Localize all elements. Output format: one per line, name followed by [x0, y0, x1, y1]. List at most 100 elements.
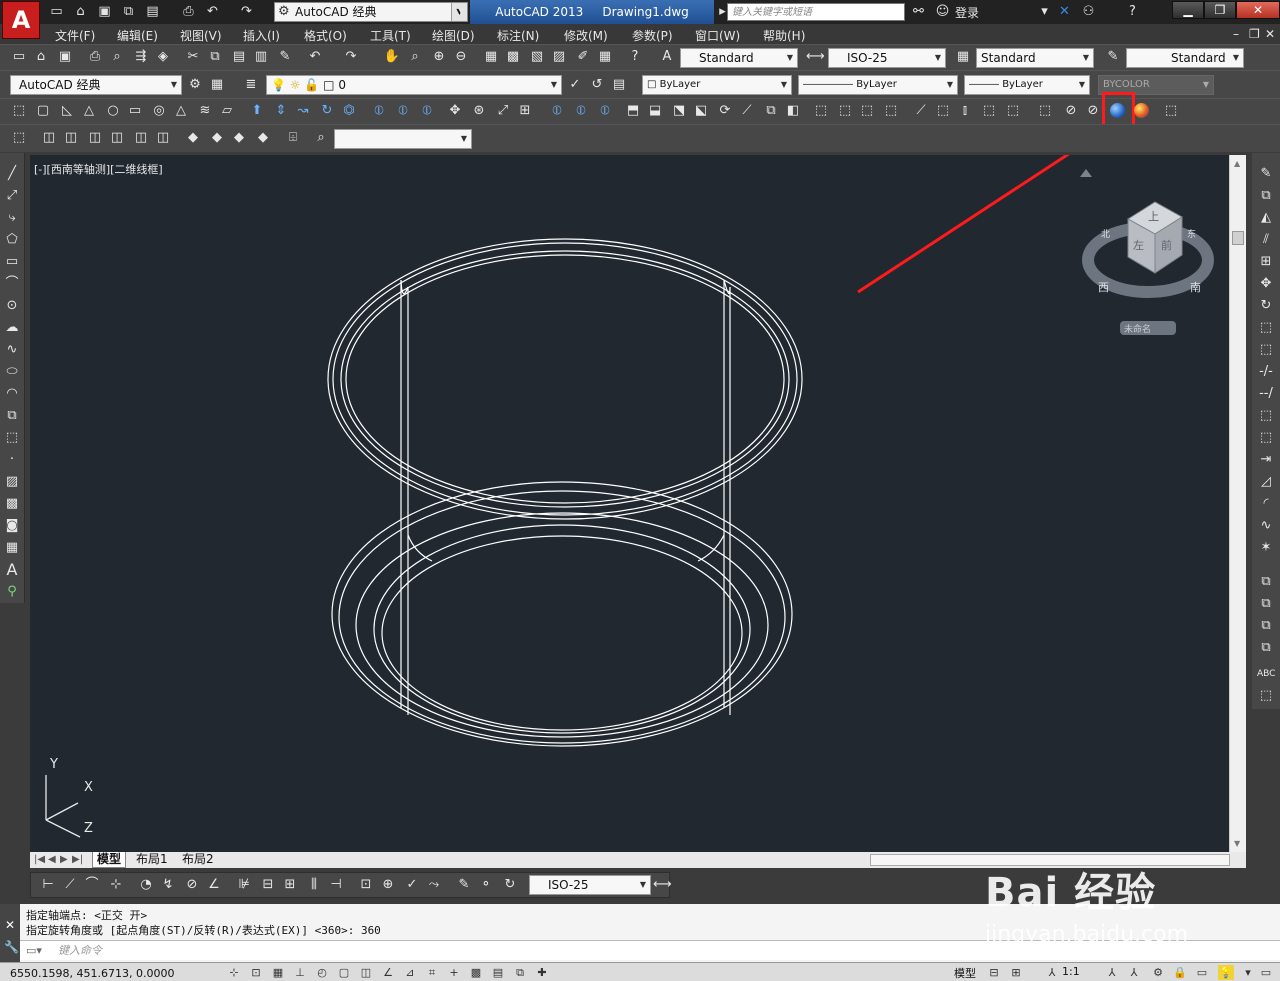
quick-properties-icon[interactable]: ▤: [490, 965, 506, 980]
arc-icon[interactable]: ⌒: [3, 275, 21, 293]
rectangle-icon[interactable]: ▭: [3, 253, 21, 271]
thicken-icon[interactable]: ⬚: [980, 102, 998, 120]
view-back-icon[interactable]: ◫: [154, 129, 172, 147]
save-as-icon[interactable]: ⧉: [120, 4, 137, 20]
jogged-linear-icon[interactable]: ⤳: [425, 876, 443, 894]
sheet-set-icon[interactable]: ▨: [550, 48, 568, 66]
dim-style-manager-icon[interactable]: ⟷: [653, 876, 672, 894]
color-dropdown[interactable]: □ ByLayer ▼: [642, 75, 792, 95]
polar-tracking-icon[interactable]: ◴: [314, 965, 330, 980]
markup-icon[interactable]: ✐: [574, 48, 592, 66]
baseline-icon[interactable]: ⊟: [259, 876, 277, 894]
grid-display-icon[interactable]: ▦: [270, 965, 286, 980]
trim-icon[interactable]: -/-: [1257, 363, 1275, 381]
join-icon[interactable]: ⇥: [1257, 451, 1275, 469]
loft-icon[interactable]: ⏣: [340, 102, 358, 120]
coordinate-display[interactable]: 6550.1598, 451.6713, 0.0000: [10, 967, 174, 980]
command-input[interactable]: ▭▾ 键入命令: [20, 940, 1280, 960]
hatch-icon[interactable]: ▨: [3, 473, 21, 491]
qnew-icon[interactable]: ▭: [10, 48, 28, 66]
make-current-layer-icon[interactable]: ✓: [566, 76, 584, 94]
new-icon[interactable]: ▭: [48, 4, 65, 20]
spline-icon[interactable]: ∿: [3, 341, 21, 359]
draw-order-above-icon[interactable]: ⧉: [1257, 617, 1275, 635]
save-icon[interactable]: ▣: [96, 4, 113, 20]
dim-space-icon[interactable]: ⫼: [305, 876, 323, 894]
text-style-icon[interactable]: A: [658, 48, 676, 66]
object-snap-tracking-icon[interactable]: ∠: [380, 965, 396, 980]
slice-icon[interactable]: ⟋: [912, 102, 930, 120]
section-plane-icon[interactable]: ⫾: [956, 102, 974, 120]
separate-icon[interactable]: ⬚: [858, 102, 876, 120]
signin-dropdown-icon[interactable]: ▾: [1036, 4, 1053, 20]
minimize-button[interactable]: ▁: [1172, 1, 1204, 19]
tab-next-icon[interactable]: ▶: [60, 852, 68, 868]
dim-update-icon[interactable]: ↻: [501, 876, 519, 894]
zoom-extents-icon[interactable]: ⌕: [312, 129, 330, 147]
subtract-icon[interactable]: ⦶: [394, 102, 412, 120]
object-snap-icon[interactable]: ▢: [336, 965, 352, 980]
conceptual-visual-style-icon[interactable]: [1134, 103, 1149, 118]
open-icon[interactable]: ⌂: [32, 48, 50, 66]
scale-icon[interactable]: ⬚: [1257, 319, 1275, 337]
construction-line-icon[interactable]: ⤢: [3, 187, 21, 205]
draw-order-under-icon[interactable]: ⧉: [1257, 639, 1275, 657]
aligned-dim-icon[interactable]: ⟋: [61, 876, 79, 894]
help-search-input[interactable]: 键入关键字或短语: [727, 3, 905, 21]
tab-layout1[interactable]: 布局1: [136, 852, 168, 868]
pyramid-icon[interactable]: △: [172, 102, 190, 120]
menu-tools[interactable]: 工具(T): [370, 27, 411, 44]
undo-icon[interactable]: ↶: [204, 4, 221, 20]
revcloud-icon[interactable]: ☁: [3, 319, 21, 337]
lock-ui-icon[interactable]: 🔒: [1172, 965, 1188, 980]
model-space-label[interactable]: 模型: [954, 965, 976, 981]
angular-icon[interactable]: ∠: [205, 876, 223, 894]
named-view-dropdown[interactable]: ▼: [334, 129, 472, 149]
pan-icon[interactable]: ✋: [383, 48, 401, 66]
explode-icon[interactable]: ✶: [1257, 539, 1275, 557]
stay-connected-icon[interactable]: ⚇: [1080, 4, 1097, 20]
stretch-icon[interactable]: ⬚: [1257, 341, 1275, 359]
cut-icon[interactable]: ✂: [184, 48, 202, 66]
named-views-icon[interactable]: ⬚: [10, 129, 28, 147]
snap-mode-icon[interactable]: ⊡: [248, 965, 264, 980]
3d-print-icon[interactable]: ◈: [154, 48, 172, 66]
inspection-icon[interactable]: ✓: [403, 876, 421, 894]
plot-icon[interactable]: ⎙: [180, 4, 197, 20]
imprint-icon[interactable]: ⬚: [812, 102, 830, 120]
planar-surface-icon[interactable]: ▱: [218, 102, 236, 120]
viewcube[interactable]: [1080, 169, 1214, 335]
array-icon[interactable]: ⊞: [1257, 253, 1275, 271]
taper-faces-icon[interactable]: ⟋: [738, 102, 756, 120]
doc-minimize-icon[interactable]: –: [1233, 27, 1239, 41]
multileader-style-dropdown[interactable]: Standard ▼: [1126, 48, 1244, 68]
sphere-wire-icon[interactable]: ○: [104, 102, 122, 120]
menu-insert[interactable]: 插入(I): [243, 27, 280, 44]
workspace-settings-icon[interactable]: ⚙: [186, 76, 204, 94]
realistic-visual-style-icon[interactable]: [1110, 103, 1125, 118]
insert-block-icon[interactable]: ⧉: [3, 407, 21, 425]
region-icon[interactable]: ◙: [3, 517, 21, 535]
radius-icon[interactable]: ◔: [137, 876, 155, 894]
revolve-icon[interactable]: ↻: [318, 102, 336, 120]
redo-icon[interactable]: ↷: [342, 48, 360, 66]
plot-preview-icon[interactable]: ⌕: [108, 48, 126, 66]
torus-icon[interactable]: ◎: [150, 102, 168, 120]
menu-edit[interactable]: 编辑(E): [117, 27, 158, 44]
mirror-icon[interactable]: ◭: [1257, 209, 1275, 227]
move-faces-icon[interactable]: ⬓: [646, 102, 664, 120]
view-bottom-icon[interactable]: ◫: [62, 129, 80, 147]
multiline-text-icon[interactable]: A: [3, 561, 21, 579]
cylinder-icon[interactable]: ▭: [126, 102, 144, 120]
sweep-icon[interactable]: ↝: [294, 102, 312, 120]
helix-icon[interactable]: ≋: [196, 102, 214, 120]
infer-constraints-icon[interactable]: ⊹: [226, 965, 242, 980]
polygon-icon[interactable]: ⬠: [3, 231, 21, 249]
workspace-dropdown-2[interactable]: AutoCAD 经典 ▼: [10, 75, 182, 95]
help-icon[interactable]: ?: [626, 48, 644, 66]
match-properties-icon[interactable]: ✎: [276, 48, 294, 66]
annotation-visibility-icon[interactable]: ⅄: [1104, 965, 1120, 980]
zoom-window-icon[interactable]: ⊕: [430, 48, 448, 66]
box-icon[interactable]: ▢: [34, 102, 52, 120]
3d-array-icon[interactable]: ⊞: [516, 102, 534, 120]
